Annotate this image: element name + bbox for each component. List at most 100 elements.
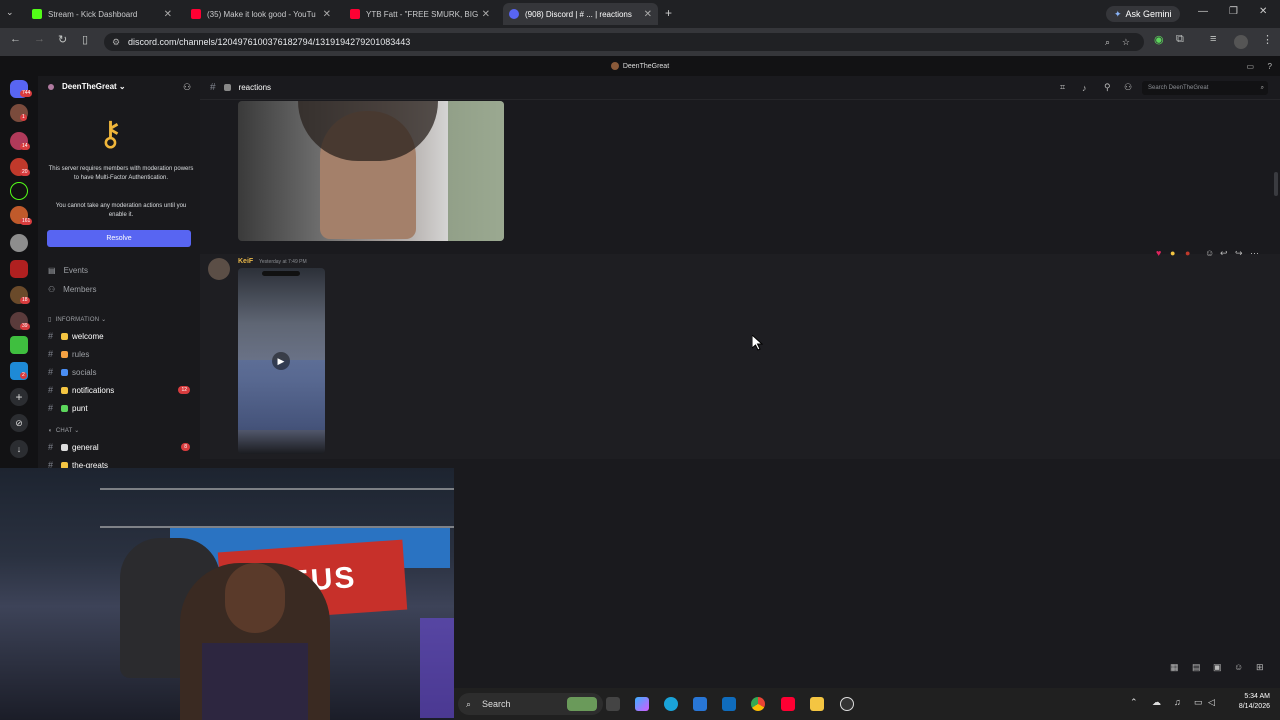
restore-icon[interactable]: ❐: [1229, 6, 1238, 17]
tool-icon[interactable]: ▦: [1170, 662, 1179, 673]
add-member-icon[interactable]: ⚇: [183, 82, 191, 93]
message-image-attachment[interactable]: [238, 101, 504, 241]
category-information[interactable]: ▯ INFORMATION ⌄: [48, 316, 106, 323]
resolve-button[interactable]: Resolve: [47, 230, 191, 247]
profile-avatar[interactable]: [1234, 35, 1248, 49]
video-attachment[interactable]: ▶: [238, 268, 325, 454]
more-options-icon[interactable]: ⋯: [1250, 248, 1259, 259]
threads-icon[interactable]: ⌗: [1060, 82, 1065, 93]
channel-punt[interactable]: # punt: [48, 403, 198, 413]
channel-socials[interactable]: # socials: [48, 367, 198, 377]
tab-discord[interactable]: (908) Discord | # ... | reactions ✕: [503, 3, 658, 25]
tray-chevron-icon[interactable]: ⌃: [1130, 697, 1138, 708]
emoji-icon[interactable]: ☺: [1234, 662, 1243, 672]
youtube-icon[interactable]: [781, 697, 795, 711]
apps-icon[interactable]: ⊞: [1256, 662, 1264, 673]
server-icon[interactable]: [10, 182, 28, 200]
members-link[interactable]: ⚇ Members: [48, 285, 97, 294]
chrome-icon[interactable]: [751, 697, 765, 711]
unread-badge: 18: [20, 297, 30, 304]
channel-label: notifications: [72, 385, 115, 395]
server-icon[interactable]: [10, 234, 28, 252]
copilot-icon[interactable]: [635, 697, 649, 711]
obs-icon[interactable]: [840, 697, 854, 711]
new-tab-icon[interactable]: +: [665, 6, 672, 20]
server-icon[interactable]: [10, 260, 28, 278]
hash-icon: #: [48, 385, 54, 395]
back-icon[interactable]: ←: [10, 33, 21, 45]
media-controls-icon[interactable]: ≡: [1210, 33, 1216, 45]
pinned-messages-icon[interactable]: ⚲: [1104, 82, 1111, 93]
edge-icon[interactable]: [664, 697, 678, 711]
notification-settings-icon[interactable]: ♪: [1082, 83, 1087, 93]
hash-icon: #: [48, 331, 54, 341]
tab-youtube-1[interactable]: (35) Make it look good - YouTu ✕: [185, 3, 337, 25]
extension-icon[interactable]: ◉: [1154, 33, 1164, 46]
channel-notifications[interactable]: # notifications 12: [48, 385, 198, 395]
events-link[interactable]: ▤ Events: [48, 266, 88, 275]
forward-icon[interactable]: ↪: [1235, 248, 1243, 259]
store-icon[interactable]: [693, 697, 707, 711]
reaction-heart-icon[interactable]: ♥: [1156, 248, 1161, 258]
search-highlight-image: [567, 697, 597, 711]
help-icon[interactable]: ?: [1268, 62, 1272, 71]
reply-icon[interactable]: ↩: [1220, 248, 1228, 259]
channel-the-greats[interactable]: # the-greats: [48, 460, 198, 468]
member-list-icon[interactable]: ⚇: [1124, 82, 1132, 93]
network-icon[interactable]: ▭: [1194, 697, 1203, 708]
mfa-warning-text: You cannot take any moderation actions u…: [55, 203, 187, 218]
tool-icon[interactable]: ▣: [1213, 662, 1222, 673]
play-icon[interactable]: ▶: [272, 352, 290, 370]
file-explorer-icon[interactable]: [810, 697, 824, 711]
server-search-input[interactable]: Search DeenTheGreat ⌕: [1142, 81, 1268, 95]
clock[interactable]: 5:34 AM 8/14/2026: [1220, 692, 1270, 712]
task-view-icon[interactable]: [606, 697, 620, 711]
add-server-icon[interactable]: +: [10, 388, 28, 406]
tab-kick[interactable]: Stream - Kick Dashboard ✕: [26, 3, 178, 25]
channel-general[interactable]: # general 8: [48, 442, 198, 452]
zoom-icon[interactable]: ⌕: [1105, 37, 1110, 48]
tab-youtube-2[interactable]: YTB Fatt - "FREE SMURK, BIG E ✕: [344, 3, 496, 25]
scrollbar-thumb[interactable]: [1274, 172, 1278, 196]
channel-emoji-icon: [223, 84, 231, 91]
taskbar-search[interactable]: ⌕ Search: [458, 693, 603, 715]
close-icon[interactable]: ✕: [644, 9, 652, 20]
mic-icon[interactable]: ♫: [1174, 697, 1181, 707]
inbox-icon[interactable]: ▭: [1246, 62, 1254, 71]
site-info-icon[interactable]: ⚙: [112, 37, 120, 48]
reaction-laugh-icon[interactable]: ●: [1170, 248, 1175, 258]
unread-badge: 14: [20, 143, 30, 150]
menu-kebab-icon[interactable]: ⋮: [1262, 33, 1273, 46]
sidebar-toggle-icon[interactable]: ▯: [82, 33, 88, 46]
server-name[interactable]: DeenTheGreat ⌄: [62, 82, 126, 91]
channel-rules[interactable]: # rules: [48, 349, 198, 359]
discover-icon[interactable]: ⊘: [10, 414, 28, 432]
server-icon[interactable]: [10, 336, 28, 354]
reload-icon[interactable]: ↻: [58, 33, 67, 46]
message-author[interactable]: KeiF: [238, 258, 253, 265]
tab-list-dropdown-icon[interactable]: ⌄: [6, 7, 14, 18]
minimize-icon[interactable]: —: [1198, 6, 1208, 17]
close-icon[interactable]: ✕: [323, 9, 331, 20]
avatar[interactable]: [208, 258, 230, 280]
ask-gemini-button[interactable]: ✦ Ask Gemini: [1106, 6, 1180, 22]
outlook-icon[interactable]: [722, 697, 736, 711]
tool-icon[interactable]: ▤: [1192, 662, 1201, 673]
extensions-puzzle-icon[interactable]: ⧉: [1176, 33, 1184, 46]
address-bar[interactable]: ⚙ discord.com/channels/12049761003761827…: [104, 33, 1144, 51]
category-chat[interactable]: ◖ CHAT ⌄: [48, 427, 80, 434]
close-icon[interactable]: ✕: [164, 9, 172, 20]
close-window-icon[interactable]: ✕: [1259, 6, 1267, 17]
add-reaction-icon[interactable]: ☺: [1205, 248, 1214, 258]
channel-welcome[interactable]: # welcome: [48, 331, 198, 341]
volume-icon[interactable]: ◁: [1208, 697, 1215, 708]
reaction-emoji-icon[interactable]: ●: [1185, 248, 1190, 258]
channel-title: reactions: [238, 83, 272, 92]
close-icon[interactable]: ✕: [482, 9, 490, 20]
bookmark-star-icon[interactable]: ☆: [1122, 37, 1130, 48]
forward-icon[interactable]: →: [34, 33, 45, 45]
download-icon[interactable]: ↓: [10, 440, 28, 458]
unread-badge: 744: [20, 90, 33, 97]
message-row[interactable]: KeiF Yesterday at 7:49 PM ▶ ♥ ● ● ☺ ↩ ↪ …: [200, 248, 1280, 459]
cloud-icon[interactable]: ☁: [1152, 697, 1161, 708]
